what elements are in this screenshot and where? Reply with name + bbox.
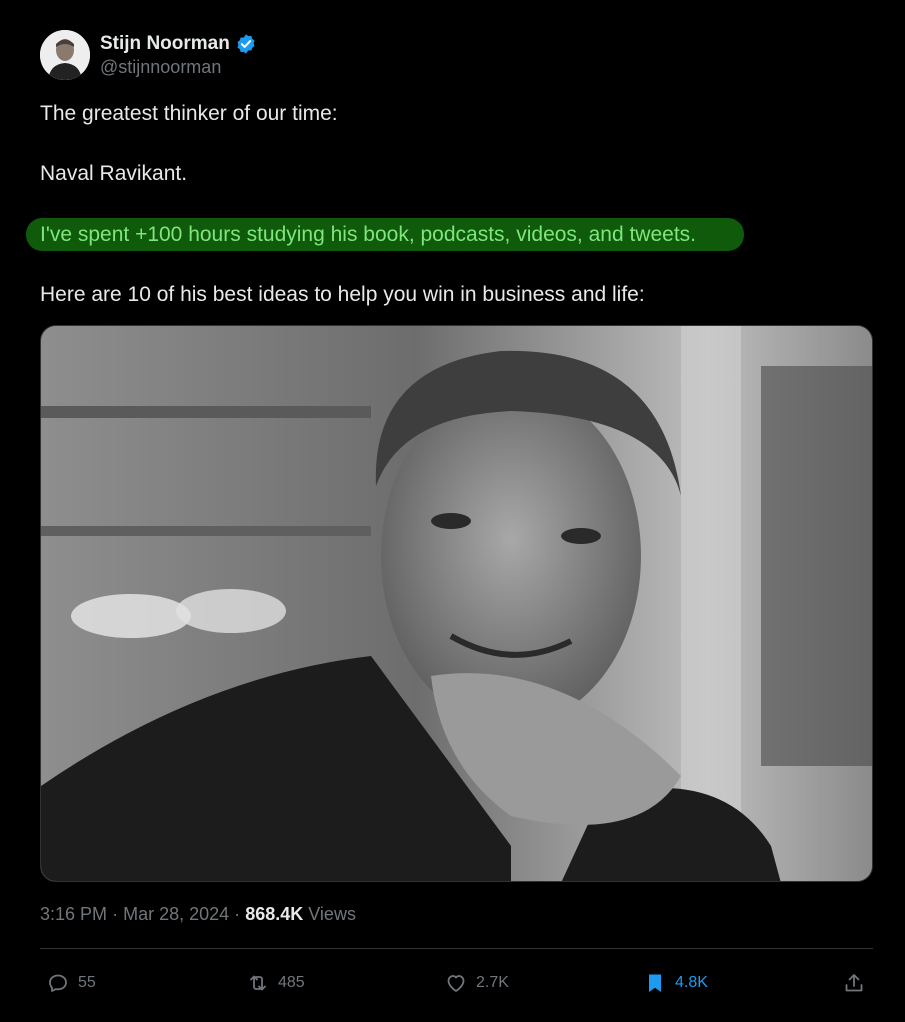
views-label: Views <box>308 904 356 924</box>
bookmark-icon <box>649 974 661 992</box>
tweet: Stijn Noorman @stijnnoorman The greatest… <box>0 0 905 1022</box>
bookmark-button[interactable]: 4.8K <box>643 966 708 1000</box>
portrait-image <box>41 326 872 881</box>
divider <box>40 948 873 949</box>
like-icon <box>447 975 465 992</box>
reply-count: 55 <box>78 974 96 991</box>
display-name[interactable]: Stijn Noorman <box>100 33 230 55</box>
tweet-text-line-1: The greatest thinker of our time: <box>40 102 338 125</box>
like-count: 2.7K <box>476 974 509 991</box>
repost-count: 485 <box>278 974 305 991</box>
tweet-text-line-4: Here are 10 of his best ideas to help yo… <box>40 283 645 306</box>
repost-button[interactable]: 485 <box>246 966 305 1000</box>
meta-separator: · <box>234 904 241 924</box>
handle[interactable]: @stijnnoorman <box>100 57 257 78</box>
highlighted-text: I've spent +100 hours studying his book,… <box>26 218 744 251</box>
repost-icon <box>250 975 266 991</box>
reply-icon <box>49 974 67 992</box>
meta-separator: · <box>112 904 119 924</box>
tweet-date[interactable]: Mar 28, 2024 <box>123 904 229 924</box>
tweet-header: Stijn Noorman @stijnnoorman <box>40 30 257 80</box>
avatar-image <box>40 30 90 80</box>
views-count: 868.4K <box>245 904 304 924</box>
action-bar: 55 485 2.7K 4.8K <box>0 966 905 1000</box>
tweet-text-line-2: Naval Ravikant. <box>40 162 188 185</box>
name-row: Stijn Noorman <box>100 33 257 55</box>
tweet-photo[interactable] <box>40 325 873 882</box>
tweet-time[interactable]: 3:16 PM <box>40 904 107 924</box>
reply-button[interactable]: 55 <box>46 966 96 1000</box>
share-button[interactable] <box>842 966 866 1000</box>
share-icon <box>845 974 863 992</box>
avatar[interactable] <box>40 30 90 80</box>
tweet-meta: 3:16 PM · Mar 28, 2024 · 868.4K Views <box>40 904 356 925</box>
author-names: Stijn Noorman @stijnnoorman <box>100 33 257 78</box>
verified-badge-icon[interactable] <box>235 33 257 55</box>
like-button[interactable]: 2.7K <box>444 966 509 1000</box>
bookmark-count: 4.8K <box>675 974 708 991</box>
